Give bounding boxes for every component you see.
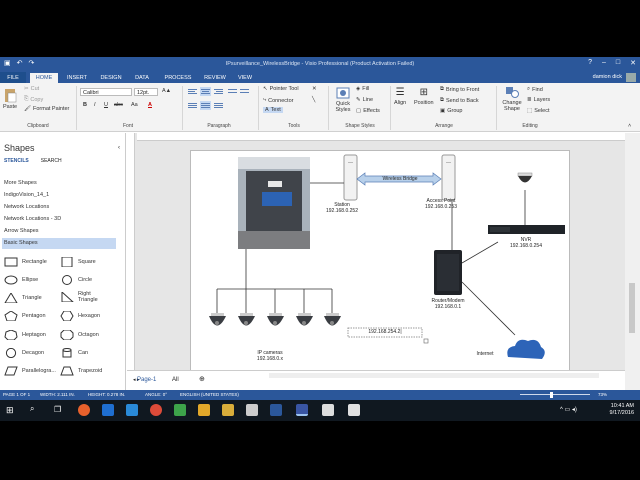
ip-cameras-ip: 192.168.0.x <box>256 356 284 362</box>
page-count[interactable]: PAGE 1 OF 1 <box>3 392 30 397</box>
visio-icon[interactable] <box>296 404 308 416</box>
file-explorer-icon[interactable] <box>222 404 234 416</box>
width-readout: WIDTH: 2.111 IN. <box>40 392 75 397</box>
dome-camera-icon[interactable] <box>517 172 533 183</box>
camera-network-lines <box>216 249 333 313</box>
angle-readout: ANGLE: 0° <box>145 392 168 397</box>
server-rack-photo[interactable] <box>238 157 310 249</box>
clock-date: 9/17/2016 <box>609 410 634 416</box>
word-icon[interactable] <box>270 404 282 416</box>
edge-icon[interactable] <box>102 404 114 416</box>
window-icon[interactable] <box>348 404 360 416</box>
ip-camera-icon[interactable] <box>296 313 313 326</box>
chrome-icon[interactable] <box>150 404 162 416</box>
resize-handle[interactable] <box>423 338 429 344</box>
ip-camera-icon[interactable] <box>267 313 284 326</box>
screen: ▣ ↶ ↷ IPsurveillance_WirelessBridge - Vi… <box>0 0 640 480</box>
horizontal-scrollbar[interactable] <box>269 373 599 378</box>
mail-icon[interactable] <box>246 404 258 416</box>
access-point-ip: 192.168.0.253 <box>425 204 457 210</box>
clock-time: 10:41 AM <box>610 403 634 409</box>
search-icon[interactable]: ⌕ <box>30 404 34 414</box>
image-viewer-icon[interactable] <box>322 404 334 416</box>
text-box-value[interactable]: 192.168.254.2| <box>348 329 422 335</box>
access-point-icon[interactable] <box>441 154 456 201</box>
router-modem-icon[interactable] <box>434 250 462 295</box>
taskbar: ⊞ ⌕ ❐ ^ ▭ ◂) 10:41 AM 9/17/2016 <box>0 400 640 421</box>
all-pages-button[interactable]: All <box>172 377 179 383</box>
status-bar: PAGE 1 OF 1 WIDTH: 2.111 IN. HEIGHT: 0.2… <box>0 390 640 400</box>
internet-explorer-icon[interactable] <box>126 404 138 416</box>
media-player-icon[interactable] <box>198 404 210 416</box>
router-ip: 192.168.0.1 <box>434 304 462 310</box>
page-tab-bar: ◂ ▸ Page-1 All ⊕ <box>127 370 625 390</box>
internet-label: Internet <box>476 351 494 357</box>
ip-camera-icon[interactable] <box>209 313 226 326</box>
internet-cloud-icon[interactable] <box>507 339 545 359</box>
ip-camera-icon[interactable] <box>324 313 341 326</box>
windows-start-icon[interactable]: ⊞ <box>6 405 14 416</box>
system-tray-icon[interactable]: ^ ▭ ◂) <box>560 406 577 413</box>
connector-line[interactable] <box>461 241 499 264</box>
nvr-ip: 192.168.0.254 <box>510 243 542 249</box>
station-ip: 192.168.0.252 <box>326 208 358 214</box>
add-page-icon[interactable]: ⊕ <box>199 375 205 383</box>
firefox-icon[interactable] <box>78 404 90 416</box>
task-view-icon[interactable]: ❐ <box>54 405 61 414</box>
wireless-bridge-label: Wireless Bridge <box>382 176 418 182</box>
ip-camera-icon[interactable] <box>238 313 255 326</box>
visio-window: ▣ ↶ ↷ IPsurveillance_WirelessBridge - Vi… <box>0 57 640 400</box>
zoom-slider[interactable] <box>520 394 590 395</box>
clock[interactable]: 10:41 AM 9/17/2016 <box>610 403 634 417</box>
page-tab[interactable]: Page-1 <box>137 377 156 383</box>
language-readout[interactable]: ENGLISH (UNITED STATES) <box>180 392 239 397</box>
photos-icon[interactable] <box>174 404 186 416</box>
station-device-icon[interactable] <box>343 154 358 201</box>
zoom-slider-thumb[interactable] <box>550 392 553 398</box>
height-readout: HEIGHT: 0.278 IN. <box>88 392 126 397</box>
network-diagram[interactable] <box>0 57 640 400</box>
nvr-device-icon[interactable] <box>488 225 565 234</box>
zoom-level[interactable]: 73% <box>598 392 607 397</box>
